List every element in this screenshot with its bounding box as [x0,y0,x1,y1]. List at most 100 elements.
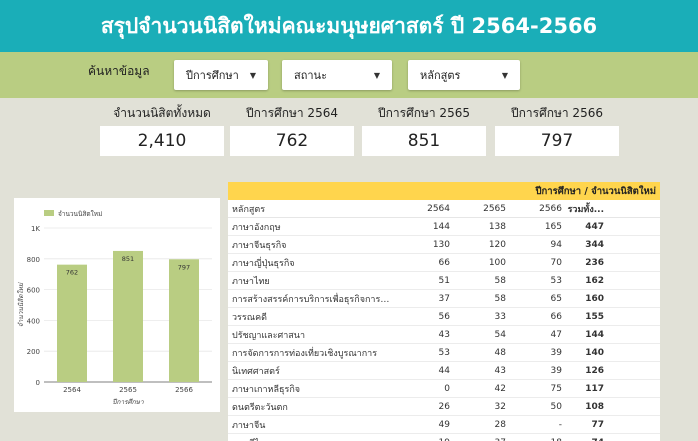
data-label: 851 [122,255,134,263]
value-2566-cell: 165 [544,221,562,232]
total-cell: 74 [562,438,610,441]
value-2564-cell: 43 [438,329,450,340]
value-2564-cell: 130 [432,239,450,250]
program-cell: การจัดการการท่องเที่ยวเชิงบูรณาการ [232,348,378,359]
table-row[interactable]: ภาษาไทย 51 58 53 162 [228,272,660,290]
column-header-2564[interactable]: 2564 [394,204,450,214]
value-2566-cell: 66 [550,311,562,322]
value-2566-cell: 50 [550,401,562,412]
total-cell: 236 [585,257,604,268]
table-row[interactable]: ภาษาเกาหลีธุรกิจ 0 42 75 117 [228,380,660,398]
value-2566-cell: - [558,419,562,430]
value-2565-cell: 43 [494,365,506,376]
value-2565-cell: 33 [494,311,506,322]
y-tick-label: 600 [27,287,40,295]
x-axis-title: ปีการศึกษา [112,398,144,406]
value-2564-cell: 19 [394,438,450,441]
y-tick-label: 800 [27,256,40,264]
value-2566-cell: 39 [550,365,562,376]
table-row[interactable]: การจัดการการท่องเที่ยวเชิงบูรณาการ 53 48 39… [228,344,660,362]
value-2566-cell: 18 [506,438,562,441]
program-cell: วรรณคดี [232,312,267,323]
total-cell: 140 [585,347,604,358]
program-cell: นิเทศศาสตร์ [232,366,280,377]
status-dropdown-label: สถานะ [294,69,327,82]
y-tick-label: 400 [27,317,40,325]
program-dropdown-label: หลักสูตร [420,69,461,82]
value-2565-cell: 58 [494,293,506,304]
program-cell: ดนตรีตะวันตก [232,402,288,413]
table-row[interactable]: ภาษาญี่ปุ่นธุรกิจ 66 100 70 236 [228,254,660,272]
value-2564-cell: 66 [438,257,450,268]
table-row[interactable]: วรรณคดี 56 33 66 155 [228,308,660,326]
program-dropdown[interactable]: หลักสูตร ▼ [408,60,520,90]
value-2565-cell: 42 [494,383,506,394]
value-2566-cell: 39 [550,347,562,358]
column-header-program[interactable]: หลักสูตร [228,202,394,216]
value-2566-cell: 65 [550,293,562,304]
total-cell: 77 [591,419,604,430]
y-axis-title: จำนวนนิสิตใหม่ [17,282,25,327]
value-2566-cell: 70 [550,257,562,268]
value-2564-cell: 56 [438,311,450,322]
status-dropdown[interactable]: สถานะ ▼ [282,60,392,90]
value-2564-cell: 44 [438,365,450,376]
value-2566-cell: 75 [550,383,562,394]
value-2565-cell: 100 [488,257,506,268]
bar-2565 [113,250,143,382]
program-cell: ภาษาอังกฤษ [232,222,281,233]
program-cell: ภาษาจีนธุรกิจ [232,240,287,251]
bar-chart: จำนวนนิสิตใหม่ 0 200 400 600 800 1K 762 2564 851 2… [17,210,212,406]
total-cell: 162 [585,275,604,286]
legend-swatch [44,210,54,216]
kpi-total-value: 2,410 [100,126,224,156]
program-cell: ภาษาญี่ปุ่นธุรกิจ [232,258,295,269]
legend-label: จำนวนนิสิตใหม่ [58,210,102,218]
chevron-down-icon: ▼ [249,70,256,80]
table-header-row: หลักสูตร 2564 2565 2566 รวมทั้ง... [228,200,660,218]
kpi-2565-value: 851 [362,126,486,156]
y-tick-label: 0 [36,379,40,387]
total-cell: 126 [585,365,604,376]
y-tick-label: 200 [27,348,40,356]
value-2565-cell: 120 [488,239,506,250]
data-label: 797 [178,263,190,271]
column-header-2565[interactable]: 2565 [450,204,506,214]
value-2565-cell: 54 [494,329,506,340]
table-row[interactable]: นิเทศศาสตร์ 44 43 39 126 [228,362,660,380]
chevron-down-icon: ▼ [501,70,508,80]
value-2565-cell: 28 [494,419,506,430]
academic-year-dropdown-label: ปีการศึกษา [186,69,239,82]
table-row[interactable]: ภาษาอังกฤษ 144 138 165 447 [228,218,660,236]
table-row[interactable]: การสร้างสรรค์การบริการเพื่อธุรกิจการท่อง… [228,290,660,308]
bar-chart-panel: จำนวนนิสิตใหม่ 0 200 400 600 800 1K 762 2564 851 2… [14,198,220,412]
x-tick-label: 2566 [175,386,193,394]
kpi-2564-title: ปีการศึกษา 2564 [246,106,338,120]
data-table: ปีการศึกษา / จำนวนนิสิตใหม่ หลักสูตร 256… [228,182,660,441]
total-cell: 117 [585,383,604,394]
column-header-2566[interactable]: 2566 [506,204,562,214]
bar-2564 [57,264,87,382]
table-row[interactable]: ภาษาจีน 49 28 - 77 [228,416,660,434]
value-2564-cell: 0 [444,383,450,394]
table-row[interactable]: ดนตรีไทย19371874 [228,434,660,441]
value-2566-cell: 53 [550,275,562,286]
filter-bar: ค้นหาข้อมูล ปีการศึกษา ▼ สถานะ ▼ หลักสูต… [0,52,698,98]
value-2565-cell: 58 [494,275,506,286]
program-cell: ปรัชญาและศาสนา [232,330,305,341]
column-header-total[interactable]: รวมทั้ง... [562,202,610,216]
x-tick-label: 2564 [63,386,81,394]
kpi-total-title: จำนวนนิสิตทั้งหมด [113,106,211,120]
chevron-down-icon: ▼ [373,70,380,80]
filter-label: ค้นหาข้อมูล [88,64,150,78]
table-body: ภาษาอังกฤษ 144 138 165 447 ภาษาจีนธุรกิจ 130 12… [228,218,660,441]
table-row[interactable]: ปรัชญาและศาสนา 43 54 47 144 [228,326,660,344]
academic-year-dropdown[interactable]: ปีการศึกษา ▼ [174,60,268,90]
table-row[interactable]: ภาษาจีนธุรกิจ 130 120 94 344 [228,236,660,254]
data-label: 762 [66,269,78,277]
dashboard-title: สรุปจำนวนนิสิตใหม่คณะมนุษยศาสตร์ ปี 2564… [0,0,698,52]
table-row[interactable]: ดนตรีตะวันตก 26 32 50 108 [228,398,660,416]
value-2564-cell: 49 [438,419,450,430]
value-2564-cell: 53 [438,347,450,358]
total-cell: 144 [585,329,604,340]
